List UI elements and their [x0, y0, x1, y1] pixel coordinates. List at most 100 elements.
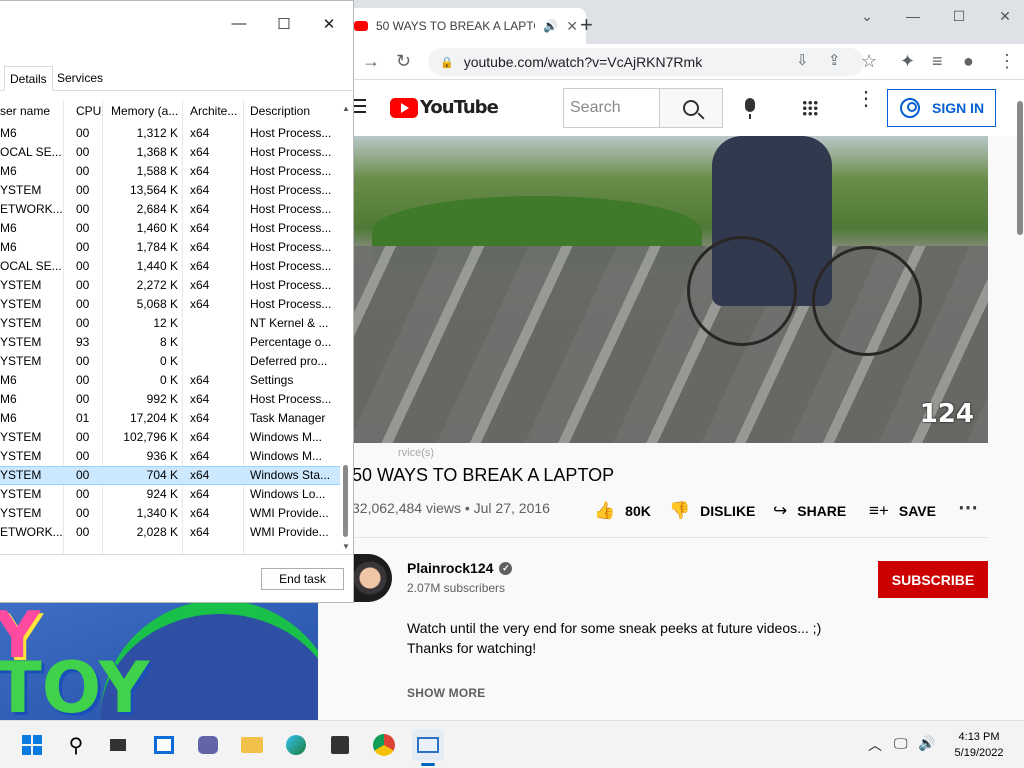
minimize-button[interactable]: —: [890, 4, 936, 28]
store-icon[interactable]: [324, 729, 356, 761]
dislike-button[interactable]: 👎 DISLIKE: [669, 501, 755, 521]
sign-in-button[interactable]: SIGN IN: [887, 89, 996, 127]
table-row[interactable]: YSTEM 00 936 K x64 Windows M...: [0, 447, 340, 466]
show-hidden-icons-icon[interactable]: ︿: [868, 735, 882, 755]
scrollbar-thumb[interactable]: [343, 465, 348, 537]
row-cpu: 00: [76, 468, 90, 482]
youtube-logo[interactable]: YouTube: [390, 97, 499, 118]
search-input[interactable]: Search: [563, 88, 659, 128]
table-row[interactable]: YSTEM 00 704 K x64 Windows Sta...: [0, 466, 340, 485]
menu-icon[interactable]: [352, 99, 366, 117]
channel-name[interactable]: Plainrock124 ✓: [407, 560, 513, 576]
table-row[interactable]: ETWORK... 00 2,684 K x64 Host Process...: [0, 200, 340, 219]
tab-services[interactable]: Services: [52, 66, 108, 91]
extensions-icon[interactable]: ✦: [900, 50, 915, 72]
network-icon[interactable]: 🖵: [894, 735, 908, 752]
table-row[interactable]: YSTEM 00 102,796 K x64 Windows M...: [0, 428, 340, 447]
table-row[interactable]: M6 00 992 K x64 Host Process...: [0, 390, 340, 409]
thumbs-up-icon: 👍: [594, 501, 616, 520]
forward-icon[interactable]: →: [362, 50, 380, 72]
maximize-button[interactable]: ☐: [936, 4, 982, 28]
more-actions-icon[interactable]: ⋯: [958, 495, 978, 520]
browser-tab[interactable]: 50 WAYS TO BREAK A LAPTOP 🔊 ✕: [342, 8, 586, 44]
row-memory: 102,796 K: [123, 430, 178, 444]
table-row[interactable]: YSTEM 00 0 K Deferred pro...: [0, 352, 340, 371]
table-row[interactable]: M6 00 1,588 K x64 Host Process...: [0, 162, 340, 181]
row-description: Host Process...: [250, 164, 332, 178]
tab-close-icon[interactable]: ✕: [566, 18, 578, 35]
video-player[interactable]: 124: [352, 136, 988, 443]
start-button[interactable]: [16, 729, 48, 761]
table-row[interactable]: M6 00 1,312 K x64 Host Process...: [0, 124, 340, 143]
table-row[interactable]: M6 00 1,784 K x64 Host Process...: [0, 238, 340, 257]
like-button[interactable]: 👍 80K: [594, 501, 651, 521]
task-view-icon[interactable]: [102, 729, 134, 761]
table-row[interactable]: YSTEM 00 2,272 K x64 Host Process...: [0, 276, 340, 295]
profile-icon[interactable]: ●: [963, 50, 974, 72]
close-button[interactable]: ✕: [306, 15, 352, 33]
table-row[interactable]: YSTEM 93 8 K Percentage o...: [0, 333, 340, 352]
teams-chat-icon[interactable]: [192, 729, 224, 761]
scroll-down-icon[interactable]: ▼: [342, 542, 350, 551]
show-more-button[interactable]: SHOW MORE: [407, 686, 485, 700]
column-header-user[interactable]: ser name: [0, 100, 62, 122]
table-row[interactable]: YSTEM 00 12 K NT Kernel & ...: [0, 314, 340, 333]
apps-grid-icon[interactable]: [802, 100, 818, 116]
speaker-icon[interactable]: 🔊: [543, 19, 558, 33]
table-row[interactable]: YSTEM 00 924 K x64 Windows Lo...: [0, 485, 340, 504]
share-icon[interactable]: ⇪: [828, 50, 841, 72]
file-explorer-icon[interactable]: [236, 729, 268, 761]
task-manager-taskbar-icon[interactable]: [412, 729, 444, 766]
settings-menu-icon[interactable]: ⋮: [856, 89, 876, 109]
volume-icon[interactable]: 🔊: [918, 735, 935, 752]
column-header-architecture[interactable]: Archite...: [190, 100, 240, 122]
media-icon[interactable]: ≡: [932, 50, 943, 72]
table-row[interactable]: OCAL SE... 00 1,440 K x64 Host Process...: [0, 257, 340, 276]
table-row[interactable]: OCAL SE... 00 1,368 K x64 Host Process...: [0, 143, 340, 162]
page-scrollbar[interactable]: [1017, 101, 1023, 235]
search-icon[interactable]: ⚲: [60, 729, 92, 761]
share-button[interactable]: ↪ SHARE: [773, 501, 846, 521]
task-manager-window: — ☐ ✕ Details Services ser name CPU Memo…: [0, 0, 354, 603]
search-button[interactable]: [659, 88, 723, 128]
chrome-menu-icon[interactable]: ⋮: [998, 50, 1016, 72]
install-icon[interactable]: ⇩: [796, 50, 809, 72]
subscribe-button[interactable]: SUBSCRIBE: [878, 561, 988, 598]
footer-divider: [0, 554, 353, 555]
table-row[interactable]: YSTEM 00 5,068 K x64 Host Process...: [0, 295, 340, 314]
row-memory: 1,784 K: [136, 240, 178, 254]
minimize-button[interactable]: —: [216, 15, 262, 32]
table-row[interactable]: M6 01 17,204 K x64 Task Manager: [0, 409, 340, 428]
table-row[interactable]: M6 00 0 K x64 Settings: [0, 371, 340, 390]
reload-icon[interactable]: ↻: [396, 50, 411, 72]
table-row[interactable]: YSTEM 00 1,340 K x64 WMI Provide...: [0, 504, 340, 523]
edge-icon[interactable]: [280, 729, 312, 761]
clock[interactable]: 4:13 PM 5/19/2022: [944, 729, 1014, 761]
row-memory: 2,028 K: [136, 525, 178, 539]
share-arrow-icon: ↪: [773, 501, 788, 520]
row-architecture: x64: [190, 164, 210, 178]
maximize-button[interactable]: ☐: [261, 15, 307, 33]
bookmark-star-icon[interactable]: ☆: [861, 50, 877, 72]
close-button[interactable]: ✕: [982, 4, 1024, 28]
table-scrollbar[interactable]: ▲ ▼: [340, 100, 352, 554]
tab-details[interactable]: Details: [4, 66, 53, 91]
tab-search-chevron-icon[interactable]: ⌄: [844, 4, 890, 28]
microphone-icon[interactable]: [745, 98, 755, 119]
row-user: YSTEM: [0, 354, 42, 368]
column-header-description[interactable]: Description: [250, 100, 332, 122]
row-user: M6: [0, 392, 17, 406]
widgets-icon[interactable]: [148, 729, 180, 761]
table-row[interactable]: M6 00 1,460 K x64 Host Process...: [0, 219, 340, 238]
row-memory: 12 K: [153, 316, 178, 330]
new-tab-button[interactable]: +: [580, 12, 593, 38]
column-header-cpu[interactable]: CPU: [76, 100, 106, 122]
table-row[interactable]: YSTEM 00 13,564 K x64 Host Process...: [0, 181, 340, 200]
chrome-icon[interactable]: [368, 729, 400, 761]
save-button[interactable]: ≡+ SAVE: [869, 501, 936, 521]
table-row[interactable]: ETWORK... 00 2,028 K x64 WMI Provide...: [0, 523, 340, 542]
end-task-button[interactable]: End task: [261, 568, 344, 590]
column-header-memory[interactable]: Memory (a...: [111, 100, 181, 122]
channel-avatar[interactable]: [352, 554, 392, 602]
scroll-up-icon[interactable]: ▲: [342, 104, 350, 113]
